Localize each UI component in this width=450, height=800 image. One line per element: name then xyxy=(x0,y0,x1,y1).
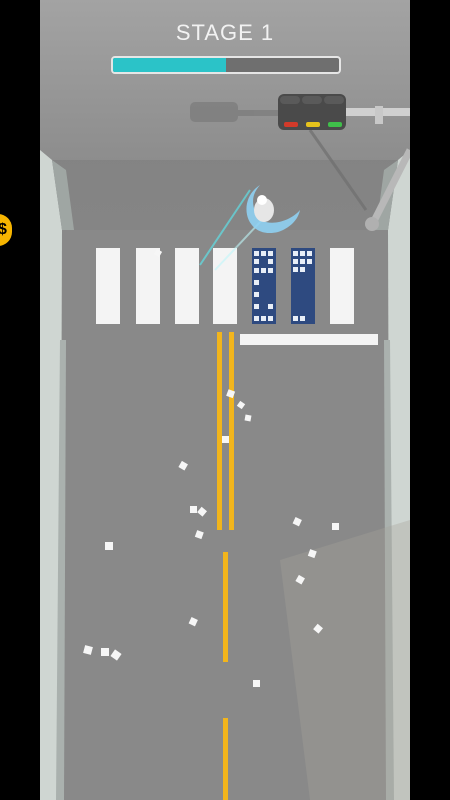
blue-bus-left xyxy=(252,248,276,324)
yellow-light xyxy=(306,122,320,127)
crosswalk-stripe xyxy=(330,248,354,324)
coin-symbol: $ xyxy=(0,221,7,238)
stage-progress-fill xyxy=(113,58,226,72)
stage-progress-bar xyxy=(111,56,341,74)
coin-icon[interactable]: $ xyxy=(0,214,12,246)
traffic-light xyxy=(278,94,346,130)
stop-line xyxy=(240,334,378,345)
blue-bus-right xyxy=(291,248,315,324)
crosswalk-stripe xyxy=(96,248,120,324)
game-viewport[interactable]: STAGE 1 xyxy=(40,0,410,800)
street-scene xyxy=(40,94,410,800)
crosswalk-stripe xyxy=(175,248,199,324)
stage-title: STAGE 1 xyxy=(175,20,275,45)
crosswalk-stripe xyxy=(136,248,160,324)
red-light xyxy=(284,122,298,127)
green-light xyxy=(328,122,342,127)
